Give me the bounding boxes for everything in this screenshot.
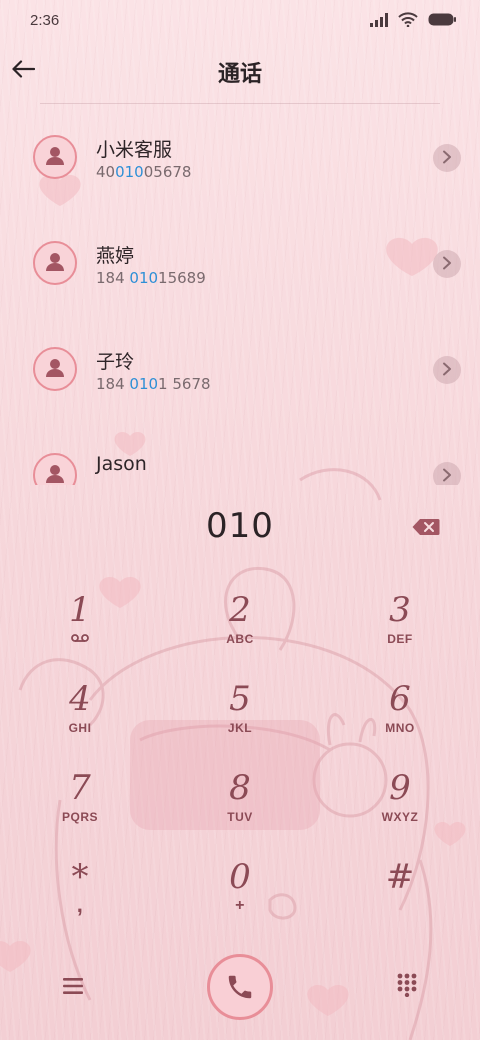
- contact-number: 184 01015689: [96, 269, 206, 287]
- dial-key-4[interactable]: 4 GHI: [25, 679, 135, 759]
- key-digit: 3: [389, 590, 411, 630]
- contact-row[interactable]: Jason: [0, 423, 480, 485]
- dial-key-2[interactable]: 2 ABC: [185, 590, 295, 670]
- key-letters: WXYZ: [381, 810, 419, 824]
- status-bar: 2:36: [0, 0, 480, 40]
- number-segment: 15689: [158, 269, 206, 287]
- contact-detail-button[interactable]: [433, 144, 461, 172]
- page-title: 通话: [217, 62, 262, 87]
- contact-avatar-icon: [33, 453, 77, 485]
- key-digit: #: [385, 857, 415, 897]
- key-letters: MNO: [385, 721, 415, 735]
- phone-icon: [228, 975, 252, 999]
- key-letters: TUV: [227, 810, 253, 824]
- menu-icon: [63, 978, 83, 994]
- key-digit: 6: [389, 679, 411, 719]
- backspace-button[interactable]: [410, 513, 442, 541]
- key-letters: ,: [76, 892, 84, 917]
- key-letters: ABC: [226, 632, 254, 646]
- chevron-right-icon: [442, 149, 452, 168]
- dial-key-3[interactable]: 3 DEF: [345, 590, 455, 670]
- key-digit: 0: [229, 857, 251, 897]
- menu-button[interactable]: [58, 972, 88, 1000]
- number-segment: 184: [96, 269, 130, 287]
- battery-icon: [428, 13, 456, 26]
- key-digit: 4: [69, 679, 91, 719]
- number-segment: 1 5678: [158, 375, 211, 393]
- dial-key-hash[interactable]: #: [345, 857, 455, 937]
- voicemail-icon: [25, 632, 135, 646]
- wifi-icon: [398, 12, 418, 27]
- dial-key-0[interactable]: 0 +: [185, 857, 295, 937]
- contact-row[interactable]: 子玲 184 0101 5678: [0, 317, 480, 423]
- number-match-highlight: 010: [129, 375, 159, 393]
- contact-detail-button[interactable]: [433, 356, 461, 384]
- dialpad-toggle-button[interactable]: [392, 970, 422, 1000]
- dial-key-9[interactable]: 9 WXYZ: [345, 768, 455, 848]
- key-digit: 8: [229, 768, 251, 808]
- dial-key-8[interactable]: 8 TUV: [185, 768, 295, 848]
- number-match-highlight: 010: [129, 269, 159, 287]
- header-divider: [40, 103, 440, 104]
- contact-name: 子玲: [96, 351, 135, 373]
- dial-key-5[interactable]: 5 JKL: [185, 679, 295, 759]
- contact-avatar-icon: [33, 241, 77, 285]
- dial-key-6[interactable]: 6 MNO: [345, 679, 455, 759]
- status-time: 2:36: [30, 12, 60, 29]
- contact-avatar-icon: [33, 347, 77, 391]
- contact-name: 燕婷: [96, 245, 135, 267]
- number-segment: 05678: [143, 163, 192, 181]
- number-segment: 40: [96, 163, 116, 181]
- contact-row[interactable]: 小米客服 4001005678: [0, 105, 480, 211]
- key-digit: 7: [69, 768, 91, 808]
- dial-key-7[interactable]: 7 PQRS: [25, 768, 135, 848]
- key-digit: 9: [389, 768, 411, 808]
- dialed-number[interactable]: 010: [0, 506, 480, 546]
- chevron-right-icon: [442, 255, 452, 274]
- contact-name: 小米客服: [96, 139, 173, 161]
- dial-key-star[interactable]: *,: [25, 857, 135, 937]
- header: 通话: [0, 40, 480, 102]
- contact-number: 184 0101 5678: [96, 375, 211, 393]
- status-icons: [370, 12, 456, 27]
- key-digit: 5: [229, 679, 251, 719]
- contact-number: 4001005678: [96, 163, 191, 181]
- number-segment: 184: [96, 375, 130, 393]
- contact-name: Jason: [96, 453, 147, 475]
- backspace-icon: [412, 519, 440, 535]
- chevron-right-icon: [442, 467, 452, 486]
- bottom-bar: [0, 950, 480, 1020]
- contact-detail-button[interactable]: [433, 462, 461, 485]
- contact-detail-button[interactable]: [433, 250, 461, 278]
- key-digit: 1: [69, 590, 91, 630]
- contact-avatar-icon: [33, 135, 77, 179]
- dialpad-icon: [397, 973, 417, 997]
- contact-row[interactable]: 燕婷 184 01015689: [0, 211, 480, 317]
- key-letters: PQRS: [61, 810, 98, 824]
- chevron-right-icon: [442, 361, 452, 380]
- key-letters: DEF: [387, 632, 413, 646]
- number-match-highlight: 010: [115, 163, 144, 181]
- contact-list[interactable]: 小米客服 4001005678 燕婷 184 01015689 子玲 184 0101 5…: [0, 105, 480, 485]
- dial-key-1[interactable]: 1: [25, 590, 135, 670]
- signal-icon: [370, 12, 388, 27]
- key-letters: GHI: [68, 721, 92, 735]
- key-digit: *: [71, 857, 89, 897]
- call-button[interactable]: [207, 954, 273, 1020]
- key-letters: JKL: [227, 721, 253, 735]
- key-letters: +: [235, 897, 245, 914]
- key-digit: 2: [229, 590, 251, 630]
